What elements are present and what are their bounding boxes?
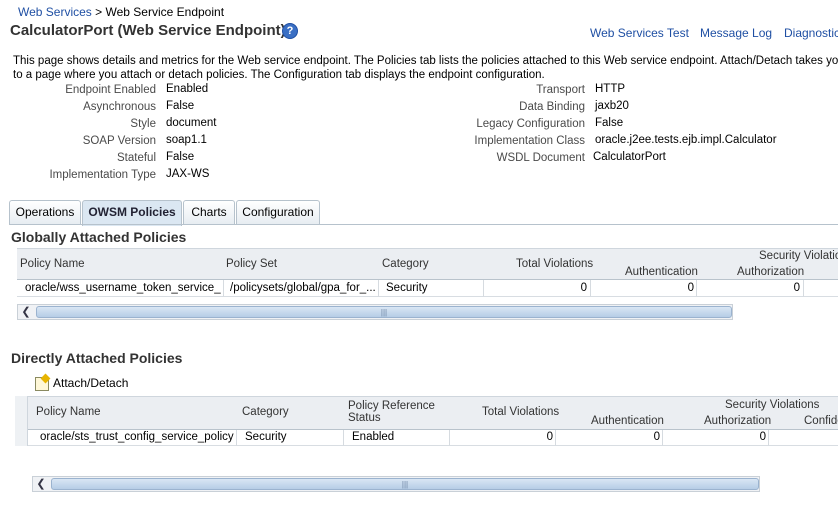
- column-divider: [555, 430, 556, 446]
- column-divider: [803, 280, 804, 297]
- prop-value-asynchronous: False: [166, 100, 195, 112]
- column-divider: [696, 280, 697, 297]
- prop-label-style: Style: [130, 118, 156, 130]
- global-policies-table: Policy Name Policy Set Category Total Vi…: [17, 248, 838, 328]
- global-policies-title: Globally Attached Policies: [11, 229, 187, 245]
- cell-authentication: 0: [687, 282, 694, 294]
- header-security-violations: Security Violations: [725, 399, 820, 411]
- cell-category: Security: [245, 431, 287, 443]
- header-policy-name[interactable]: Policy Name: [36, 406, 101, 418]
- page-title: CalculatorPort (Web Service Endpoint): [10, 22, 286, 39]
- wsdl-document-link[interactable]: CalculatorPort: [593, 151, 666, 163]
- tab-divider: [9, 224, 838, 225]
- prop-value-style: document: [166, 117, 217, 129]
- header-policy-reference[interactable]: Policy Reference: [348, 400, 435, 412]
- header-authorization[interactable]: Authorization: [737, 266, 804, 278]
- header-policy-name[interactable]: Policy Name: [20, 258, 85, 270]
- breadcrumb: Web Services > Web Service Endpoint: [18, 5, 224, 19]
- column-divider: [378, 280, 379, 297]
- scroll-left-icon[interactable]: ❮: [19, 305, 33, 319]
- cell-total-violations: 0: [580, 282, 587, 294]
- scroll-left-icon[interactable]: ❮: [34, 477, 48, 491]
- web-services-test-link[interactable]: Web Services Test: [590, 26, 689, 40]
- prop-value-endpoint-enabled: Enabled: [166, 83, 209, 95]
- direct-policies-table: Policy Name Category Policy Reference St…: [15, 396, 838, 500]
- tab-owsm-policies[interactable]: OWSM Policies: [82, 200, 182, 226]
- column-divider: [343, 430, 344, 446]
- cell-authorization: 0: [759, 431, 766, 443]
- header-authorization[interactable]: Authorization: [704, 415, 771, 427]
- attach-detach-icon: [35, 377, 49, 391]
- header-category[interactable]: Category: [382, 258, 429, 270]
- prop-value-soap-version: soap1.1: [166, 134, 207, 146]
- prop-label-asynchronous: Asynchronous: [83, 101, 156, 113]
- prop-value-stateful: False: [166, 151, 195, 163]
- breadcrumb-separator: >: [95, 5, 103, 19]
- prop-value-implementation-type: JAX-WS: [166, 168, 210, 180]
- prop-label-implementation-class: Implementation Class: [474, 135, 585, 147]
- scrollbar-grip: |||: [380, 308, 388, 317]
- column-divider: [223, 280, 224, 297]
- header-status[interactable]: Status: [348, 412, 381, 424]
- header-authentication[interactable]: Authentication: [591, 415, 664, 427]
- column-divider: [236, 430, 237, 446]
- prop-value-legacy-configuration: False: [595, 117, 624, 129]
- header-total-violations[interactable]: Total Violations: [516, 258, 593, 270]
- horizontal-scrollbar[interactable]: ❮ |||: [17, 304, 733, 320]
- column-divider: [449, 430, 450, 446]
- header-confidentiality[interactable]: Confide: [804, 415, 838, 427]
- cell-authorization: 0: [793, 282, 800, 294]
- column-divider: [590, 280, 591, 297]
- diagnostic-link[interactable]: Diagnostic L: [784, 26, 838, 40]
- column-divider: [768, 430, 769, 446]
- tab-configuration[interactable]: Configuration: [236, 200, 320, 225]
- cell-category: Security: [386, 282, 428, 294]
- prop-value-implementation-class: oracle.j2ee.tests.ejb.impl.Calculator: [595, 134, 777, 146]
- cell-status: Enabled: [352, 431, 395, 443]
- scrollbar-thumb[interactable]: |||: [51, 478, 759, 490]
- scrollbar-grip: |||: [401, 480, 409, 489]
- prop-label-wsdl-document: WSDL Document: [496, 152, 585, 164]
- page-description: This page shows details and metrics for …: [13, 55, 838, 81]
- horizontal-scrollbar[interactable]: ❮ |||: [32, 476, 760, 492]
- direct-policies-title: Directly Attached Policies: [11, 350, 183, 366]
- cell-authentication: 0: [653, 431, 660, 443]
- header-policy-set[interactable]: Policy Set: [226, 258, 277, 270]
- help-icon[interactable]: ?: [282, 23, 298, 39]
- tab-charts[interactable]: Charts: [183, 200, 235, 225]
- prop-value-data-binding: jaxb20: [595, 100, 629, 112]
- prop-label-data-binding: Data Binding: [519, 101, 585, 113]
- prop-label-implementation-type: Implementation Type: [49, 169, 156, 181]
- column-divider: [483, 280, 484, 297]
- header-authentication[interactable]: Authentication: [625, 266, 698, 278]
- prop-label-transport: Transport: [536, 84, 585, 96]
- cell-total-violations: 0: [546, 431, 553, 443]
- prop-label-endpoint-enabled: Endpoint Enabled: [65, 84, 156, 96]
- prop-value-transport: HTTP: [595, 83, 626, 95]
- header-category[interactable]: Category: [242, 406, 289, 418]
- breadcrumb-web-services-link[interactable]: Web Services: [18, 5, 92, 19]
- row-selector-column: [15, 396, 28, 446]
- header-total-violations[interactable]: Total Violations: [482, 406, 559, 418]
- cell-policy-set: /policysets/global/gpa_for_...: [230, 282, 376, 294]
- prop-label-stateful: Stateful: [117, 152, 156, 164]
- prop-label-soap-version: SOAP Version: [82, 135, 156, 147]
- column-divider: [662, 430, 663, 446]
- attach-detach-label: Attach/Detach: [53, 376, 129, 390]
- cell-policy-name: oracle/wss_username_token_service_...: [25, 282, 221, 294]
- scrollbar-thumb[interactable]: |||: [36, 306, 732, 318]
- message-log-link[interactable]: Message Log: [700, 26, 772, 40]
- prop-label-legacy-configuration: Legacy Configuration: [476, 118, 585, 130]
- cell-policy-name: oracle/sts_trust_config_service_policy: [40, 431, 234, 443]
- tab-operations[interactable]: Operations: [9, 200, 81, 225]
- header-security-violations: Security Violatio: [759, 250, 838, 262]
- attach-detach-button[interactable]: Attach/Detach: [33, 375, 133, 393]
- breadcrumb-current: Web Service Endpoint: [105, 5, 225, 19]
